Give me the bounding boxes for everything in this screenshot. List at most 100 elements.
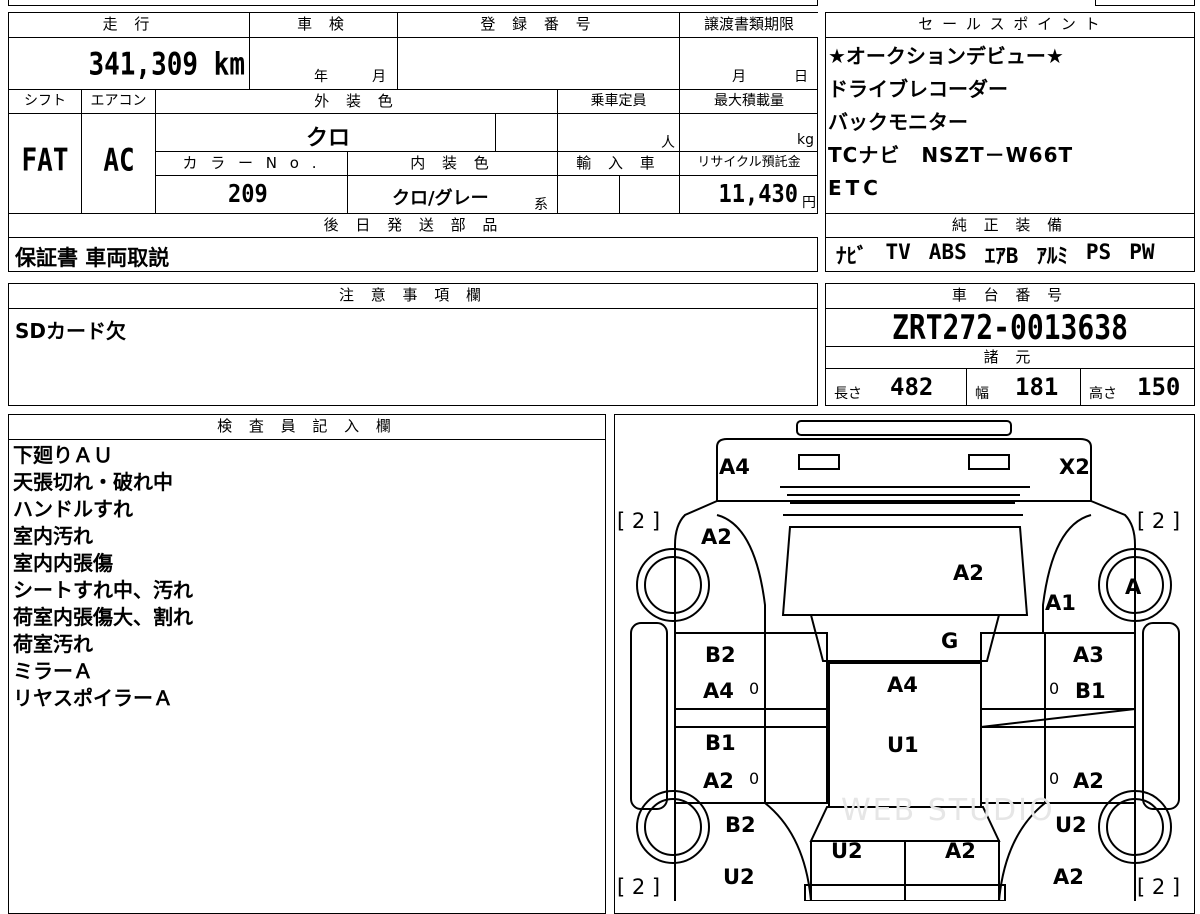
max-load-unit: kg xyxy=(797,132,814,148)
label-fender-left: A2 xyxy=(701,525,732,549)
capacity-unit: 人 xyxy=(661,135,675,151)
equipment-item: ｱﾙﾐ xyxy=(1036,244,1068,268)
transfer-deadline-cell: 月 日 xyxy=(679,37,818,89)
label-front-door-right-bottom: B1 xyxy=(1075,679,1106,703)
equipment-item: ｴｱB xyxy=(984,244,1019,268)
label-roof-rear: U1 xyxy=(887,733,919,757)
label-later-parts: 後 日 発 送 部 品 xyxy=(9,213,818,237)
header-sales-points: セ ー ル ス ポ イ ン ト xyxy=(826,13,1194,37)
label-windshield: G xyxy=(941,629,959,653)
inspector-note: ミラーＡ xyxy=(13,659,93,683)
label-interior-color: 内 装 色 xyxy=(347,151,557,175)
wheel-count-rl: [ 2 ] xyxy=(617,875,661,899)
inspector-note: シートすれ中、汚れ xyxy=(13,578,193,602)
inspector-body: 下廻りＡＵ 天張切れ・破れ中 ハンドルすれ 室内汚れ 室内内張傷 シートすれ中、… xyxy=(9,439,605,913)
chassis-no-value: ZRT272-0013638 xyxy=(891,307,1128,348)
chassis-panel: 車 台 番 号 ZRT272-0013638 諸 元 長さ 482 幅 181 … xyxy=(825,283,1195,406)
registration-cell xyxy=(397,37,679,89)
zero-mark: 0 xyxy=(1049,679,1060,698)
equipment-item: PW xyxy=(1129,240,1155,264)
sales-point-item: バックモニター xyxy=(828,110,968,134)
later-parts-value: 保証書 車両取説 xyxy=(15,246,170,270)
label-specs: 諸 元 xyxy=(826,346,1194,368)
label-fender-right: A1 xyxy=(1045,591,1076,615)
inspection-year-unit: 年 xyxy=(314,69,328,85)
inspector-note: 荷室汚れ xyxy=(13,632,93,656)
mileage-cell: 341,309 km xyxy=(9,37,249,89)
inspector-note: 荷室内張傷大、割れ xyxy=(13,605,193,629)
ac-value: AC xyxy=(103,143,135,179)
height-value: 150 xyxy=(1137,373,1181,401)
label-front-door-left-top: B2 xyxy=(705,643,736,667)
zero-mark: 0 xyxy=(749,679,760,698)
zero-mark: 0 xyxy=(1049,769,1060,788)
wheel-count-rr: [ 2 ] xyxy=(1137,875,1181,899)
sales-points-body: ★オークションデビュー★ ドライブレコーダー バックモニター TCナビ NSZT… xyxy=(826,37,1194,213)
header-mileage: 走 行 xyxy=(9,13,249,37)
inspector-panel: 検 査 員 記 入 欄 下廻りＡＵ 天張切れ・破れ中 ハンドルすれ 室内汚れ 室… xyxy=(8,414,606,914)
inspector-note: 天張切れ・破れ中 xyxy=(13,470,173,494)
import-cell-a xyxy=(557,175,619,213)
label-max-load: 最大積載量 xyxy=(679,89,818,113)
label-rear-right-bottom: A2 xyxy=(1053,865,1084,889)
height-label: 高さ xyxy=(1089,386,1117,402)
exterior-color-extra-cell xyxy=(495,113,557,151)
interior-color-value: クロ/グレー xyxy=(392,188,489,209)
inspector-note: 室内内張傷 xyxy=(13,551,113,575)
ac-cell: AC xyxy=(81,113,155,213)
equipment-item: TV xyxy=(885,240,911,264)
header-registration: 登 録 番 号 xyxy=(397,13,679,37)
label-roof-front: A4 xyxy=(887,673,918,697)
label-front-door-left-bottom: A4 xyxy=(703,679,734,703)
capacity-cell: 人 xyxy=(557,113,679,151)
length-label: 長さ xyxy=(834,386,862,402)
interior-color-cell: クロ/グレー 系 xyxy=(347,175,557,213)
label-front-door-right-top: A3 xyxy=(1073,643,1104,667)
header-transfer-deadline: 譲渡書類期限 xyxy=(679,13,818,37)
exterior-color-cell: クロ xyxy=(155,113,495,151)
chassis-no-cell: ZRT272-0013638 xyxy=(826,307,1194,348)
width-value: 181 xyxy=(1015,373,1059,401)
label-capacity: 乗車定員 xyxy=(557,89,679,113)
label-rear-left-bottom: U2 xyxy=(723,865,755,889)
later-parts-cell: 保証書 車両取説 xyxy=(9,237,818,272)
label-chassis-no: 車 台 番 号 xyxy=(826,284,1194,308)
inspection-month-unit: 月 xyxy=(372,69,386,85)
label-import: 輸 入 車 xyxy=(557,151,679,175)
label-rear-door-left-bottom: A2 xyxy=(703,769,734,793)
transfer-month-unit: 月 xyxy=(732,69,746,85)
label-color-no: カ ラ ー N o . xyxy=(155,151,347,175)
label-wheel-fr: A xyxy=(1125,575,1142,599)
equipment-item: PS xyxy=(1085,240,1112,264)
info-table: 走 行 車 検 登 録 番 号 譲渡書類期限 341,309 km 年 月 月 … xyxy=(8,12,818,272)
length-cell: 長さ 482 xyxy=(826,368,966,406)
label-notes: 注 意 事 項 欄 xyxy=(9,284,817,308)
label-rear-door-left-top: B1 xyxy=(705,731,736,755)
top-edge-strip-right xyxy=(1095,0,1195,6)
car-diagram-panel: A4 X2 [ 2 ] [ 2 ] A2 A2 A1 A G B2 A4 0 A… xyxy=(614,414,1195,914)
inspector-note: 室内汚れ xyxy=(13,524,93,548)
transfer-day-unit: 日 xyxy=(794,69,808,85)
width-label: 幅 xyxy=(975,386,989,402)
exterior-color-value: クロ xyxy=(306,126,351,151)
label-quarter-right: U2 xyxy=(1055,813,1087,837)
watermark: WEB STUDIO xyxy=(841,793,1055,828)
interior-suffix: 系 xyxy=(534,197,548,213)
notes-panel: 注 意 事 項 欄 SDカード欠 xyxy=(8,283,818,406)
label-front-left: A4 xyxy=(719,455,750,479)
sales-points-panel: セ ー ル ス ポ イ ン ト ★オークションデビュー★ ドライブレコーダー バ… xyxy=(825,12,1195,272)
height-cell: 高さ 150 xyxy=(1080,368,1194,406)
wheel-count-fl: [ 2 ] xyxy=(617,509,661,533)
notes-value: SDカード欠 xyxy=(15,319,127,343)
label-tailgate-right: A2 xyxy=(945,839,976,863)
equipment-item: ﾅﾋﾞ xyxy=(836,244,868,268)
label-recycle: リサイクル預託金 xyxy=(679,151,818,175)
label-inspector: 検 査 員 記 入 欄 xyxy=(9,415,605,439)
equipment-row: ﾅﾋﾞ TV ABS ｴｱB ｱﾙﾐ PS PW xyxy=(826,237,1194,272)
sales-point-item: ドライブレコーダー xyxy=(828,77,1008,101)
import-cell-b xyxy=(619,175,679,213)
diagram-labels: A4 X2 [ 2 ] [ 2 ] A2 A2 A1 A G B2 A4 0 A… xyxy=(615,415,1194,901)
equipment-list: ﾅﾋﾞ TV ABS ｴｱB ｱﾙﾐ PS PW xyxy=(836,240,1154,270)
length-value: 482 xyxy=(890,373,934,401)
label-exterior-color: 外 装 色 xyxy=(155,89,557,113)
